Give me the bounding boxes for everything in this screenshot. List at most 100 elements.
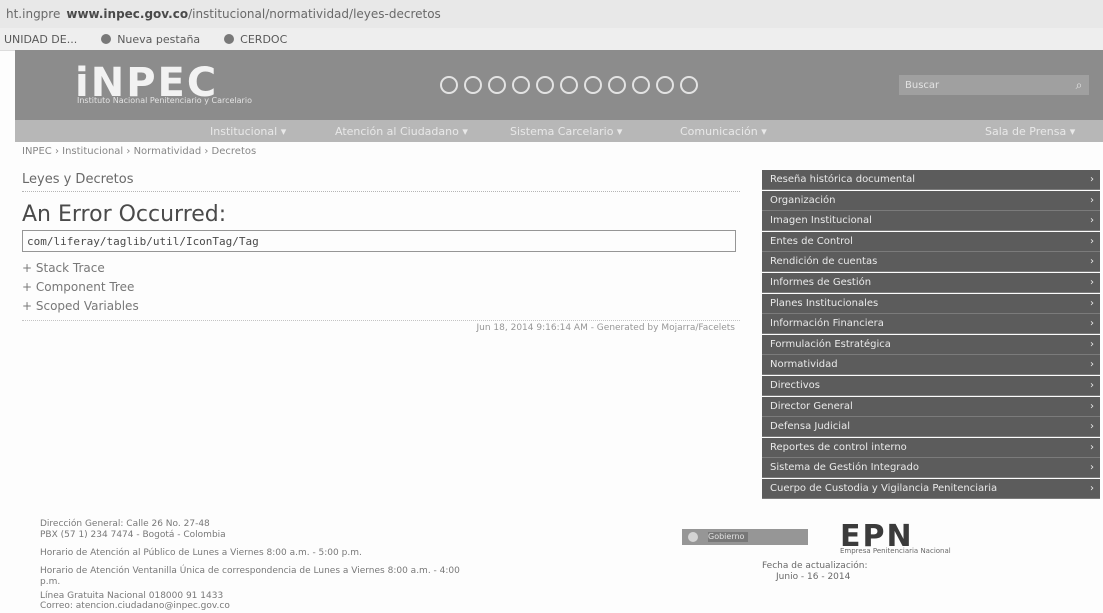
footer-hours-correspondence-end: p.m.	[40, 577, 61, 587]
nav-item-institucional[interactable]: Institucional ▾	[210, 125, 286, 138]
error-divider	[22, 320, 740, 321]
circle-icon[interactable]	[632, 76, 650, 94]
sidebar-item-label: Directivos	[770, 379, 820, 391]
circle-icon[interactable]	[680, 76, 698, 94]
nav-item-atencion[interactable]: Atención al Ciudadano ▾	[335, 125, 468, 138]
circle-icon[interactable]	[536, 76, 554, 94]
gov-logo[interactable]: Gobierno	[682, 529, 808, 545]
chevron-right-icon: ›	[1090, 276, 1094, 288]
footer-hours-correspondence: Horario de Atención Ventanilla Única de …	[40, 566, 460, 576]
nav-item-prensa[interactable]: Sala de Prensa ▾	[985, 125, 1075, 138]
nav-label: Sala de Prensa	[985, 124, 1067, 138]
sidebar-item-label: Organización	[770, 194, 836, 206]
circle-icon[interactable]	[512, 76, 530, 94]
circle-icon[interactable]	[656, 76, 674, 94]
nav-label: Atención al Ciudadano	[335, 124, 459, 138]
bookmark-label: Nueva pestaña	[117, 32, 201, 46]
footer-email[interactable]: Correo: atencion.ciudadano@inpec.gov.co	[40, 601, 230, 611]
sidebar-item[interactable]: Directivos ›	[762, 375, 1100, 396]
site-header: iNPEC Instituto Nacional Penitenciario y…	[15, 50, 1103, 120]
bookmark-item[interactable]: Nueva pestaña	[101, 33, 200, 46]
nav-item-sistema[interactable]: Sistema Carcelario ▾	[510, 125, 622, 138]
circle-icon[interactable]	[560, 76, 578, 94]
sidebar-item-label: Normatividad	[770, 359, 838, 371]
update-date: Junio - 16 - 2014	[776, 572, 851, 582]
sidebar-item[interactable]: Organización ›	[762, 190, 1100, 211]
footer-address: Dirección General: Calle 26 No. 27-48	[40, 519, 210, 529]
footer-hotline: Línea Gratuita Nacional 018000 91 1433	[40, 591, 224, 601]
chevron-right-icon: ›	[1090, 194, 1094, 206]
chevron-right-icon: ›	[1090, 318, 1094, 330]
gov-label: Gobierno	[708, 532, 748, 542]
sidebar-item[interactable]: Reportes de control interno ›	[762, 437, 1100, 458]
chevron-right-icon: ›	[1090, 215, 1094, 227]
logo-subtitle: Instituto Nacional Penitenciario y Carce…	[77, 96, 252, 105]
social-icons	[440, 76, 698, 94]
sidebar-item-label: Reseña histórica documental	[770, 174, 916, 185]
sidebar-item[interactable]: Informes de Gestión ›	[762, 272, 1100, 293]
chevron-right-icon: ›	[1090, 482, 1094, 494]
sidebar-item[interactable]: Defensa Judicial ›	[762, 417, 1100, 438]
chevron-right-icon: ›	[1090, 441, 1094, 453]
circle-icon[interactable]	[440, 76, 458, 94]
globe-icon	[224, 34, 235, 44]
sidebar-item[interactable]: Formulación Estratégica ›	[762, 334, 1100, 355]
chevron-right-icon: ›	[1090, 400, 1094, 412]
sidebar-item-label: Formulación Estratégica	[770, 338, 891, 350]
chevron-right-icon: ›	[1090, 338, 1094, 350]
nav-label: Sistema Carcelario	[510, 124, 614, 138]
circle-icon[interactable]	[608, 76, 626, 94]
title-divider	[22, 191, 740, 192]
chevron-right-icon: ›	[1090, 379, 1094, 391]
sidebar-item[interactable]: Reseña histórica documental ›	[762, 170, 1100, 190]
sidebar-item-label: Imagen Institucional	[770, 215, 872, 227]
sidebar-item-label: Reportes de control interno	[770, 441, 907, 453]
bookmark-item[interactable]: UNIDAD DE...	[4, 33, 77, 46]
sidebar-item[interactable]: Entes de Control ›	[762, 231, 1100, 252]
error-heading: An Error Occurred:	[22, 202, 227, 227]
sidebar-item[interactable]: Cuerpo de Custodia y Vigilancia Penitenc…	[762, 478, 1100, 499]
bookmark-label: UNIDAD DE...	[4, 32, 78, 46]
scoped-variables-toggle[interactable]: + Scoped Variables	[22, 299, 139, 313]
chevron-right-icon: ›	[1090, 359, 1094, 371]
sidebar-item[interactable]: Rendición de cuentas ›	[762, 252, 1100, 273]
sidebar-item-label: Entes de Control	[770, 235, 853, 247]
section-title: Leyes y Decretos	[22, 172, 134, 187]
stack-trace-toggle[interactable]: + Stack Trace	[22, 261, 105, 275]
sidebar-item-label: Defensa Judicial	[770, 421, 850, 433]
version-line: Jun 18, 2014 9:16:14 AM - Generated by M…	[476, 323, 736, 333]
breadcrumb[interactable]: INPEC › Institucional › Normatividad › D…	[22, 146, 256, 157]
nav-label: Comunicación	[680, 124, 758, 138]
sidebar-item[interactable]: Información Financiera ›	[762, 314, 1100, 335]
url-prefix: ht.ingpre	[6, 7, 61, 21]
sidebar-item-label: Informes de Gestión	[770, 276, 872, 288]
sidebar-item-label: Director General	[770, 400, 853, 412]
bookmarks-bar: UNIDAD DE... Nueva pestaña CERDOC	[0, 28, 1103, 51]
update-label: Fecha de actualización:	[762, 561, 868, 571]
sidebar-item-label: Sistema de Gestión Integrado	[770, 462, 919, 474]
sidebar-item[interactable]: Planes Institucionales ›	[762, 293, 1100, 314]
nav-item-comunicacion[interactable]: Comunicación ▾	[680, 125, 767, 138]
component-tree-toggle[interactable]: + Component Tree	[22, 280, 134, 294]
error-message: com/liferay/taglib/util/IconTag/Tag	[22, 230, 736, 252]
circle-icon[interactable]	[488, 76, 506, 94]
bookmark-item[interactable]: CERDOC	[224, 33, 287, 46]
sidebar-item[interactable]: Director General ›	[762, 396, 1100, 417]
sidebar-item[interactable]: Sistema de Gestión Integrado ›	[762, 458, 1100, 479]
circle-icon[interactable]	[584, 76, 602, 94]
sidebar-item[interactable]: Imagen Institucional ›	[762, 211, 1100, 232]
nav-label: Institucional	[210, 124, 278, 138]
sidebar-item[interactable]: Normatividad ›	[762, 355, 1100, 376]
chevron-right-icon: ›	[1090, 235, 1094, 247]
sidebar-item-label: Información Financiera	[770, 318, 884, 330]
search-box[interactable]: Buscar ⌕	[899, 75, 1089, 95]
address-bar[interactable]: ht.ingpre www.inpec.gov.co /instituciona…	[0, 0, 1103, 29]
chevron-right-icon: ›	[1090, 256, 1094, 268]
main-nav: Institucional ▾ Atención al Ciudadano ▾ …	[15, 120, 1103, 142]
search-icon[interactable]: ⌕	[1069, 78, 1089, 93]
circle-icon[interactable]	[464, 76, 482, 94]
footer-phone: PBX (57 1) 234 7474 - Bogotá - Colombia	[40, 530, 226, 540]
search-input[interactable]: Buscar	[905, 80, 1069, 91]
sidebar-item-label: Cuerpo de Custodia y Vigilancia Penitenc…	[770, 482, 998, 494]
url-path: /institucional/normatividad/leyes-decret…	[188, 7, 441, 21]
